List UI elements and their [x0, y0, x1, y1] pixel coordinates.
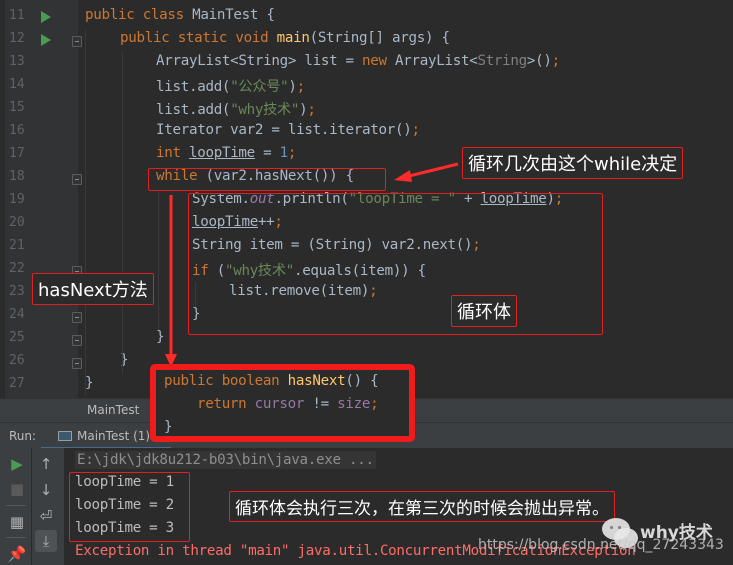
toolstrip-divider: [6, 505, 26, 506]
code-line[interactable]: 16 Iterator var2 = list.iterator();: [0, 121, 733, 144]
line-number: 24: [9, 307, 25, 322]
java-command: E:\jdk\jdk8u212-b03\bin\java.exe ...: [75, 451, 376, 469]
code-text: Iterator var2 = list.iterator();: [156, 122, 420, 138]
while-annotation: 循环几次由这个while决定: [462, 147, 684, 179]
fold-icon[interactable]: [72, 36, 82, 47]
logo-eye: [610, 526, 613, 529]
layout-icon[interactable]: ▦: [6, 511, 28, 533]
soft-wrap-icon[interactable]: ⏎: [35, 505, 57, 527]
line-number: 23: [9, 284, 25, 299]
line-number: 20: [9, 215, 25, 230]
indent-guide: [85, 30, 86, 395]
code-text: }: [85, 375, 94, 391]
line-number: 15: [9, 100, 25, 115]
watermark-url: https://blog.csdn.net/qq_27243343: [478, 537, 724, 553]
line-number: 21: [9, 238, 25, 253]
code-text: public static void main(String[] args) {: [120, 30, 450, 46]
code-text: ArrayList<String> list = new ArrayList<S…: [156, 53, 560, 69]
run-icon[interactable]: ▶: [6, 453, 28, 475]
line-number: 12: [9, 31, 25, 46]
indent-guide: [122, 52, 123, 374]
console-window-icon: [58, 431, 72, 441]
code-text: int loopTime = 1;: [156, 145, 297, 161]
fold-icon[interactable]: [72, 174, 82, 185]
file-tab[interactable]: MainTest: [87, 403, 139, 417]
toolstrip-divider: [6, 537, 26, 538]
line-number: 22: [9, 261, 25, 276]
fold-icon[interactable]: [72, 312, 82, 323]
line-number: 13: [9, 54, 25, 69]
toolstrip-separator: [31, 448, 32, 565]
loop-body-annotation: 循环体: [451, 295, 517, 327]
code-line[interactable]: 13 ArrayList<String> list = new ArrayList…: [0, 52, 733, 75]
code-text: list.add("why技术");: [156, 102, 316, 118]
indent-guide: [158, 190, 159, 330]
line-number: 17: [9, 146, 25, 161]
pin-icon[interactable]: 📌: [6, 543, 28, 565]
run-tab-label: MainTest (1): [77, 429, 151, 443]
code-line[interactable]: 12 public static void main(String[] args)…: [0, 29, 733, 52]
console-annotation: 循环体会执行三次，在第三次的时候会抛出异常。: [229, 491, 615, 522]
code-line[interactable]: 14 list.add("公众号");: [0, 75, 733, 98]
hasnext-source-popup: public boolean hasNext() { return cursor…: [150, 364, 415, 442]
down-arrow-icon[interactable]: ↓: [35, 479, 57, 501]
code-line[interactable]: 15 list.add("why技术");: [0, 98, 733, 121]
scroll-to-end-icon[interactable]: ⤓: [35, 530, 57, 552]
fold-icon[interactable]: [72, 358, 82, 369]
run-main-icon[interactable]: [41, 34, 51, 46]
code-line[interactable]: 11 public class MainTest {: [0, 6, 733, 29]
popup-line: public boolean hasNext() {: [164, 373, 379, 389]
line-number: 26: [9, 353, 25, 368]
line-number: 18: [9, 169, 25, 184]
line-number: 16: [9, 123, 25, 138]
console-command-line: E:\jdk\jdk8u212-b03\bin\java.exe ...: [75, 451, 376, 469]
line-number: 27: [9, 376, 25, 391]
popup-line: }: [164, 419, 173, 435]
run-tab-maintest[interactable]: MainTest (1): [52, 423, 156, 449]
code-text: public class MainTest {: [85, 7, 275, 23]
line-number: 25: [9, 330, 25, 345]
code-text: list.add("公众号");: [156, 79, 305, 95]
loop-body-highlight-box: [188, 193, 603, 335]
line-number: 11: [9, 8, 25, 23]
stop-icon[interactable]: ■: [6, 478, 28, 500]
fold-icon[interactable]: [72, 335, 82, 346]
output-highlight-box: [69, 472, 190, 542]
code-text: }: [156, 329, 165, 345]
popup-line: return cursor != size;: [196, 396, 379, 412]
line-number: 14: [9, 77, 25, 92]
run-class-icon[interactable]: [41, 11, 51, 23]
run-panel-title: Run:: [9, 429, 37, 443]
while-highlight-box: [148, 168, 386, 191]
line-number: 19: [9, 192, 25, 207]
up-arrow-icon[interactable]: ↑: [35, 453, 57, 475]
hasnext-annotation: hasNext方法: [32, 273, 154, 305]
